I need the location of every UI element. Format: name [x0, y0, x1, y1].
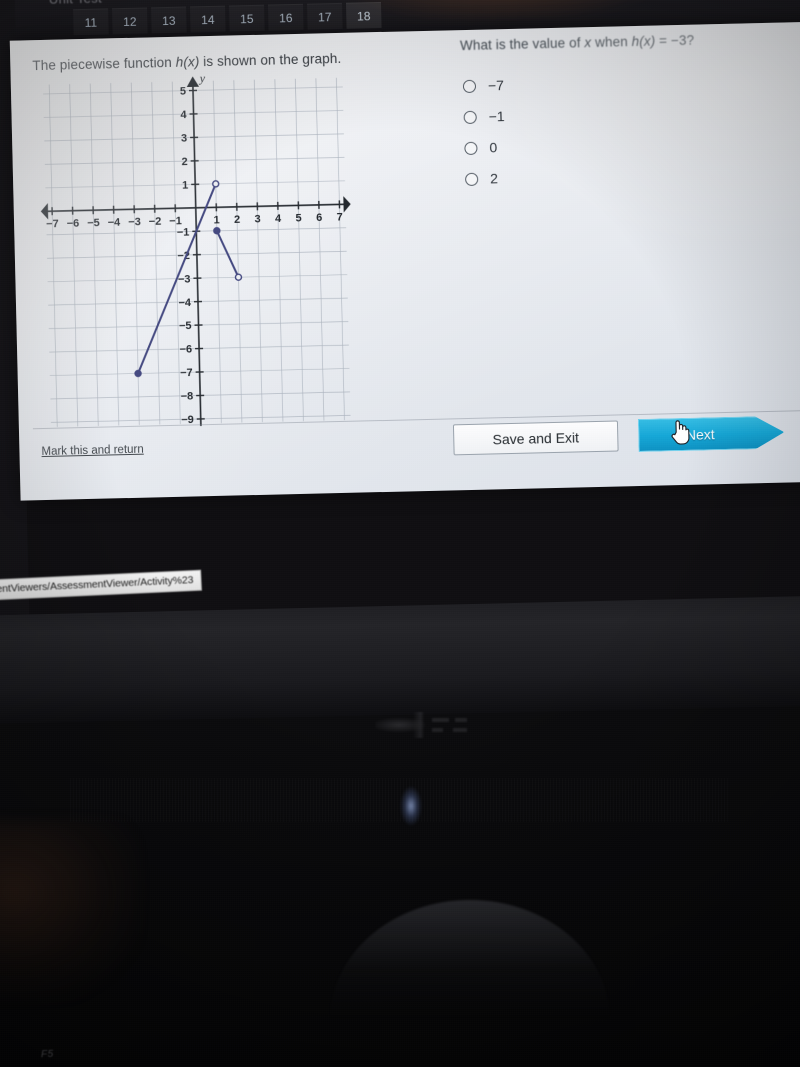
svg-text:1: 1 [213, 214, 219, 226]
svg-text:−6: −6 [179, 344, 192, 356]
piecewise-function-graph: −7 −6 −5 −4 −3 −2 −1 1 2 3 4 5 6 7 5 4 3 2 1 −1 −2 −3 −4 −5 −6 −7… [37, 73, 357, 432]
answer-choice-label: 2 [489, 170, 499, 187]
svg-text:4: 4 [180, 109, 187, 121]
svg-text:−2: −2 [149, 216, 162, 228]
svg-text:−8: −8 [181, 391, 194, 403]
question-tab-14[interactable]: 14 [190, 5, 226, 33]
svg-text:−1: −1 [177, 226, 190, 238]
unit-test-title: Unit Test [49, 0, 102, 7]
svg-text:6: 6 [316, 212, 322, 224]
question-tab-15[interactable]: 15 [229, 4, 265, 32]
svg-text:5: 5 [295, 212, 301, 224]
graph-svg: −7 −6 −5 −4 −3 −2 −1 1 2 3 4 5 6 754321−1−2−3−4−5−6−7… [40, 73, 357, 428]
svg-text:3: 3 [254, 213, 260, 225]
monitor-photo: F5 Unit Test 11 12 13 14 15 16 17 18 [0, 0, 800, 1067]
svg-text:4: 4 [275, 213, 282, 225]
next-button[interactable]: Next [638, 416, 785, 452]
ambient-warm-light [0, 820, 140, 1000]
svg-text:2: 2 [234, 214, 240, 226]
svg-text:1: 1 [182, 179, 188, 191]
save-and-exit-button[interactable]: Save and Exit [452, 420, 619, 456]
svg-text:−1: −1 [169, 215, 182, 227]
svg-text:−4: −4 [178, 297, 192, 309]
svg-text:−3: −3 [128, 216, 141, 228]
svg-text:−7: −7 [46, 218, 59, 230]
prompt-part-2: is shown on the graph. [199, 50, 342, 70]
svg-text:2: 2 [181, 156, 187, 168]
keyboard-key-f5[interactable]: F5 [41, 1049, 54, 1060]
question-part-1: What is the value of [459, 35, 585, 54]
svg-text:−5: −5 [87, 217, 100, 229]
radio-button-icon[interactable] [464, 141, 478, 155]
radio-button-icon[interactable] [465, 172, 479, 186]
graph-prompt-text: The piecewise function h(x) is shown on … [32, 51, 341, 73]
answer-choice-list: −7 −1 0 2 [462, 77, 507, 187]
question-function-name: h(x) [631, 33, 656, 50]
question-card: The piecewise function h(x) is shown on … [9, 20, 800, 501]
svg-text:7: 7 [337, 211, 343, 223]
monitor-screen: Unit Test 11 12 13 14 15 16 17 18 [0, 0, 800, 616]
answer-choice-3[interactable]: 2 [465, 170, 506, 187]
power-led-glow [398, 782, 424, 830]
answer-choice-0[interactable]: −7 [462, 77, 505, 94]
svg-text:−3: −3 [178, 273, 191, 285]
highlighter-icon[interactable] [0, 31, 1, 64]
question-tab-12[interactable]: 12 [112, 7, 148, 35]
radio-button-icon[interactable] [463, 110, 477, 124]
prompt-function-name: h(x) [175, 54, 200, 70]
answer-choice-1[interactable]: −1 [463, 108, 505, 125]
question-tab-13[interactable]: 13 [151, 6, 187, 34]
svg-text:−7: −7 [180, 367, 193, 379]
answer-choice-label: −1 [488, 108, 505, 125]
svg-text:5: 5 [180, 86, 186, 98]
answer-choice-label: 0 [489, 139, 498, 156]
svg-text:−6: −6 [67, 218, 80, 230]
svg-text:−4: −4 [108, 217, 122, 229]
dell-brand-logo [375, 712, 470, 738]
question-tab-list[interactable]: 11 12 13 14 15 16 17 18 [73, 1, 382, 36]
svg-text:x: x [354, 210, 357, 224]
question-tab-17[interactable]: 17 [306, 2, 343, 30]
prompt-part-1: The piecewise function [32, 54, 176, 74]
radio-button-icon[interactable] [462, 79, 477, 93]
calculator-icon[interactable] [0, 91, 3, 124]
screen-glare [333, 0, 666, 24]
next-button-label: Next [685, 425, 715, 443]
question-tab-18[interactable]: 18 [345, 1, 382, 29]
svg-text:−5: −5 [179, 320, 192, 332]
answer-choice-label: −7 [487, 77, 505, 94]
svg-text:3: 3 [181, 133, 187, 145]
question-tab-11[interactable]: 11 [73, 8, 109, 36]
question-text: What is the value of x when h(x) = −3? [460, 33, 694, 54]
answer-choice-2[interactable]: 0 [464, 139, 505, 156]
question-part-2: when [591, 34, 632, 51]
collapse-up-icon[interactable] [0, 147, 4, 180]
question-part-3: = −3? [655, 32, 695, 49]
svg-text:y: y [199, 73, 206, 85]
url-status-tooltip: ContentViewers/AssessmentViewer/Activity… [0, 569, 202, 602]
mark-this-and-return-link[interactable]: Mark this and return [41, 444, 144, 458]
question-tab-16[interactable]: 16 [267, 3, 304, 31]
